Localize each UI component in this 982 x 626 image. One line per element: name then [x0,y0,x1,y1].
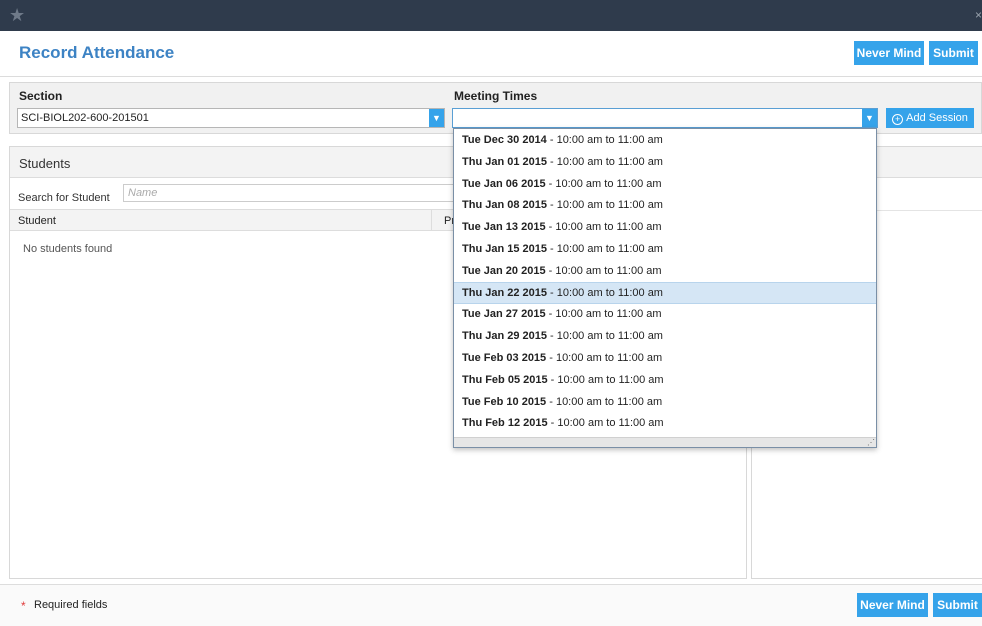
meeting-time-range: - 10:00 am to 11:00 am [546,352,663,364]
meeting-time-option[interactable]: Thu Feb 12 2015 - 10:00 am to 11:00 am [454,412,876,434]
meeting-time-option[interactable]: Thu Jan 15 2015 - 10:00 am to 11:00 am [454,238,876,260]
meeting-time-option[interactable]: Tue Feb 03 2015 - 10:00 am to 11:00 am [454,347,876,369]
meeting-time-range: - 10:00 am to 11:00 am [547,155,663,168]
search-student-input[interactable] [123,184,463,202]
meeting-date: Thu Jan 15 2015 [462,243,547,255]
meeting-time-option[interactable]: Thu Jan 29 2015 - 10:00 am to 11:00 am [454,325,876,347]
meeting-date: Tue Dec 30 2014 [462,134,547,146]
meeting-time-option[interactable]: Tue Dec 30 2014 - 10:00 am to 11:00 am [454,129,876,151]
required-fields-note: Required fields [34,599,108,611]
meeting-date: Tue Jan 06 2015 [462,177,546,190]
meeting-date: Thu Feb 05 2015 [462,373,548,386]
meeting-time-option[interactable]: Thu Jan 22 2015 - 10:00 am to 11:00 am [454,281,876,304]
meeting-time-option[interactable]: Thu Jan 08 2015 - 10:00 am to 11:00 am [454,194,876,216]
meeting-date: Thu Jan 01 2015 [462,155,547,168]
meeting-date: Thu Jan 22 2015 [462,286,547,299]
add-session-label: Add Session [906,112,968,124]
section-select-value: SCI-BIOL202-600-201501 [21,112,149,124]
meeting-date: Thu Jan 29 2015 [462,330,547,343]
meeting-times-label: Meeting Times [454,89,538,103]
meeting-date: Tue Jan 13 2015 [462,221,546,234]
section-label: Section [19,89,63,103]
add-session-button[interactable]: + Add Session [886,108,974,128]
empty-state-text: No students found [23,243,113,255]
star-logo-icon: ★ [9,5,26,25]
search-student-label: Search for Student [18,192,110,204]
top-bar: ★ × [0,0,982,31]
meeting-time-range: - 10:00 am to 11:00 am [547,417,664,430]
section-select[interactable]: SCI-BIOL202-600-201501 ▼ [17,108,445,128]
meeting-time-option[interactable]: Tue Jan 06 2015 - 10:00 am to 11:00 am [454,173,876,195]
students-title: Students [19,156,71,171]
meeting-time-range: - 10:00 am to 11:00 am [547,330,663,343]
meeting-time-range: - 10:00 am to 11:00 am [545,221,662,234]
meeting-time-range: - 10:00 am to 11:00 am [546,134,663,146]
meeting-time-range: - 10:00 am to 11:00 am [545,264,662,277]
meeting-time-option[interactable]: Thu Jan 01 2015 - 10:00 am to 11:00 am [454,151,876,173]
meeting-time-range: - 10:00 am to 11:00 am [546,395,663,408]
column-divider [431,210,432,230]
never-mind-button-bottom[interactable]: Never Mind [857,593,928,617]
meeting-time-option[interactable]: Thu Feb 05 2015 - 10:00 am to 11:00 am [454,369,876,391]
meeting-time-option[interactable]: Tue Jan 13 2015 - 10:00 am to 11:00 am [454,216,876,238]
required-marker: * [21,599,26,613]
meeting-time-range: - 10:00 am to 11:00 am [547,373,664,386]
meeting-date: Thu Feb 12 2015 [462,417,548,430]
meeting-time-range: - 10:00 am to 11:00 am [545,177,662,190]
meeting-times-dropdown[interactable]: Tue Dec 30 2014 - 10:00 am to 11:00 am Th… [453,128,877,448]
meeting-date: Tue Jan 27 2015 [462,308,546,321]
meeting-date: Tue Jan 20 2015 [462,264,546,277]
never-mind-button-top[interactable]: Never Mind [854,41,924,65]
meeting-time-option[interactable]: Tue Jan 27 2015 - 10:00 am to 11:00 am [454,303,876,325]
meeting-times-select[interactable]: ▼ [452,108,878,128]
meeting-date: Tue Feb 10 2015 [462,395,547,408]
page-footer [0,584,982,626]
chevron-down-icon[interactable]: ▼ [429,109,444,127]
meeting-time-range: - 10:00 am to 11:00 am [547,286,663,299]
meeting-time-range: - 10:00 am to 11:00 am [547,199,663,212]
horizontal-scrollbar[interactable]: ⋰ [454,437,876,447]
meeting-time-range: - 10:00 am to 11:00 am [547,243,663,255]
plus-circle-icon: + [892,114,904,125]
close-icon[interactable]: × [975,8,982,22]
meeting-time-range: - 10:00 am to 11:00 am [545,308,662,321]
meeting-date: Tue Feb 03 2015 [462,352,547,364]
chevron-down-icon[interactable]: ▼ [862,109,877,127]
meeting-time-option[interactable]: Tue Feb 10 2015 - 10:00 am to 11:00 am [454,391,876,413]
submit-button-top[interactable]: Submit [929,41,978,65]
page-header: Record Attendance [0,31,982,77]
column-header-student[interactable]: Student [18,215,56,227]
resize-grip-icon[interactable]: ⋰ [867,438,875,447]
submit-button-bottom[interactable]: Submit [933,593,982,617]
page-title: Record Attendance [19,43,175,62]
meeting-date: Thu Jan 08 2015 [462,199,547,212]
meeting-time-option[interactable]: Tue Jan 20 2015 - 10:00 am to 11:00 am [454,260,876,282]
